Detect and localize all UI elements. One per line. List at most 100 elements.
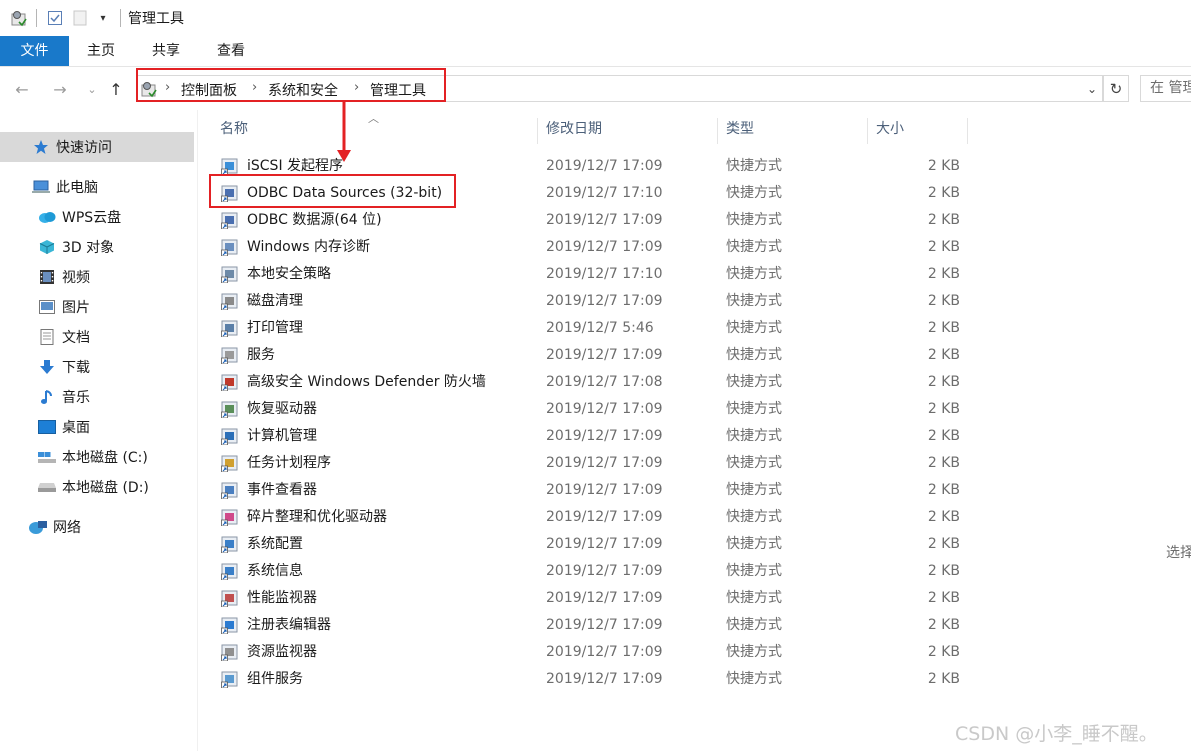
navigation-pane: 快速访问 此电脑 WPS云盘 3D 对象 视频 图片 文档 下载 音乐 桌面 本… — [0, 110, 198, 751]
file-size: 2 KB — [927, 563, 960, 579]
file-row[interactable]: 系统信息 2019/12/7 17:09 快捷方式 2 KB — [198, 558, 978, 585]
file-row[interactable]: 资源监视器 2019/12/7 17:09 快捷方式 2 KB — [198, 639, 978, 666]
sidebar-item-label: 图片 — [62, 300, 90, 316]
sidebar-item-label: 桌面 — [62, 420, 90, 436]
sidebar-item-music[interactable]: 音乐 — [0, 382, 194, 412]
file-row[interactable]: ODBC 数据源(64 位) 2019/12/7 17:09 快捷方式 2 KB — [198, 207, 978, 234]
file-name: ODBC 数据源(64 位) — [247, 212, 382, 228]
file-type: 快捷方式 — [726, 617, 782, 633]
shortcut-icon — [221, 347, 238, 364]
file-name: 资源监视器 — [247, 644, 317, 660]
address-dropdown-chevron-icon[interactable]: ⌄ — [1083, 80, 1101, 98]
file-modified-date: 2019/12/7 17:09 — [546, 671, 663, 687]
file-row[interactable]: 碎片整理和优化驱动器 2019/12/7 17:09 快捷方式 2 KB — [198, 504, 978, 531]
file-list-view: ︿ 名称 修改日期 类型 大小 iSCSI 发起程序 2019/12/7 17:0… — [198, 102, 1191, 751]
search-input[interactable]: 在 管理工具 — [1140, 75, 1191, 102]
file-row[interactable]: 本地安全策略 2019/12/7 17:10 快捷方式 2 KB — [198, 261, 978, 288]
file-type: 快捷方式 — [726, 563, 782, 579]
properties-icon[interactable] — [45, 9, 65, 27]
cloud-icon — [38, 208, 56, 226]
tab-home[interactable]: 主页 — [71, 36, 131, 66]
file-row[interactable]: 注册表编辑器 2019/12/7 17:09 快捷方式 2 KB — [198, 612, 978, 639]
desktop-icon — [38, 418, 56, 436]
refresh-icon[interactable]: ↻ — [1103, 75, 1129, 102]
sidebar-item-videos[interactable]: 视频 — [0, 262, 194, 292]
tab-file[interactable]: 文件 — [0, 36, 69, 66]
recent-locations-chevron-icon[interactable]: ⌄ — [80, 76, 104, 102]
file-modified-date: 2019/12/7 17:09 — [546, 617, 663, 633]
file-modified-date: 2019/12/7 17:09 — [546, 482, 663, 498]
tab-view[interactable]: 查看 — [203, 36, 259, 66]
file-modified-date: 2019/12/7 17:09 — [546, 347, 663, 363]
file-name: 打印管理 — [247, 320, 303, 336]
file-type: 快捷方式 — [726, 590, 782, 606]
file-size: 2 KB — [927, 185, 960, 201]
file-type: 快捷方式 — [726, 644, 782, 660]
shortcut-icon — [221, 563, 238, 580]
file-row[interactable]: 组件服务 2019/12/7 17:09 快捷方式 2 KB — [198, 666, 978, 693]
customize-toolbar-icon[interactable]: ▾ — [95, 9, 111, 27]
file-row[interactable]: 恢复驱动器 2019/12/7 17:09 快捷方式 2 KB — [198, 396, 978, 423]
file-type: 快捷方式 — [726, 158, 782, 174]
file-size: 2 KB — [927, 482, 960, 498]
sidebar-item-pictures[interactable]: 图片 — [0, 292, 194, 322]
sidebar-item-this-pc[interactable]: 此电脑 — [0, 172, 194, 202]
annotation-arrow — [337, 102, 351, 162]
file-name: 注册表编辑器 — [247, 617, 331, 633]
sidebar-item-documents[interactable]: 文档 — [0, 322, 194, 352]
new-folder-icon[interactable] — [71, 9, 89, 27]
file-type: 快捷方式 — [726, 401, 782, 417]
file-row[interactable]: 任务计划程序 2019/12/7 17:09 快捷方式 2 KB — [198, 450, 978, 477]
file-row[interactable]: 打印管理 2019/12/7 5:46 快捷方式 2 KB — [198, 315, 978, 342]
shortcut-icon — [221, 266, 238, 283]
sidebar-item-label: 音乐 — [62, 390, 90, 406]
file-size: 2 KB — [927, 239, 960, 255]
file-type: 快捷方式 — [726, 509, 782, 525]
pc-icon — [32, 178, 50, 196]
file-name: 任务计划程序 — [247, 455, 331, 471]
file-modified-date: 2019/12/7 17:09 — [546, 536, 663, 552]
annotation-box-address — [136, 68, 446, 102]
shortcut-icon — [221, 401, 238, 418]
document-icon — [38, 328, 56, 346]
column-header-size[interactable]: 大小 — [876, 118, 968, 144]
file-row[interactable]: 系统配置 2019/12/7 17:09 快捷方式 2 KB — [198, 531, 978, 558]
file-size: 2 KB — [927, 158, 960, 174]
file-row[interactable]: 高级安全 Windows Defender 防火墙 2019/12/7 17:08… — [198, 369, 978, 396]
file-modified-date: 2019/12/7 17:09 — [546, 212, 663, 228]
file-row[interactable]: 计算机管理 2019/12/7 17:09 快捷方式 2 KB — [198, 423, 978, 450]
shortcut-icon — [221, 293, 238, 310]
tab-share[interactable]: 共享 — [138, 36, 194, 66]
sidebar-item-downloads[interactable]: 下载 — [0, 352, 194, 382]
file-modified-date: 2019/12/7 17:08 — [546, 374, 663, 390]
sidebar-item-wps-cloud[interactable]: WPS云盘 — [0, 202, 194, 232]
sidebar-item-desktop[interactable]: 桌面 — [0, 412, 194, 442]
sidebar-item-label: 此电脑 — [56, 180, 98, 196]
file-type: 快捷方式 — [726, 266, 782, 282]
back-arrow-icon[interactable]: ← — [10, 76, 34, 102]
file-row[interactable]: 服务 2019/12/7 17:09 快捷方式 2 KB — [198, 342, 978, 369]
file-row[interactable]: Windows 内存诊断 2019/12/7 17:09 快捷方式 2 KB — [198, 234, 978, 261]
column-header-type[interactable]: 类型 — [726, 118, 868, 144]
file-size: 2 KB — [927, 401, 960, 417]
sidebar-item-network[interactable]: 网络 — [0, 512, 194, 542]
sidebar-item-3d-objects[interactable]: 3D 对象 — [0, 232, 194, 262]
up-arrow-icon[interactable]: ↑ — [104, 76, 128, 102]
file-row[interactable]: 性能监视器 2019/12/7 17:09 快捷方式 2 KB — [198, 585, 978, 612]
sidebar-item-drive-c[interactable]: 本地磁盘 (C:) — [0, 442, 194, 472]
file-name: 磁盘清理 — [247, 293, 303, 309]
file-size: 2 KB — [927, 671, 960, 687]
sidebar-item-drive-d[interactable]: 本地磁盘 (D:) — [0, 472, 194, 502]
file-row[interactable]: 事件查看器 2019/12/7 17:09 快捷方式 2 KB — [198, 477, 978, 504]
file-row[interactable]: 磁盘清理 2019/12/7 17:09 快捷方式 2 KB — [198, 288, 978, 315]
file-type: 快捷方式 — [726, 374, 782, 390]
forward-arrow-icon[interactable]: → — [48, 76, 72, 102]
file-size: 2 KB — [927, 320, 960, 336]
sidebar-item-label: 3D 对象 — [62, 240, 115, 256]
sidebar-item-quick-access[interactable]: 快速访问 — [0, 132, 194, 162]
file-name: 系统信息 — [247, 563, 303, 579]
file-modified-date: 2019/12/7 17:09 — [546, 644, 663, 660]
admin-tools-window-icon[interactable] — [8, 9, 30, 27]
video-icon — [38, 268, 56, 286]
file-type: 快捷方式 — [726, 239, 782, 255]
